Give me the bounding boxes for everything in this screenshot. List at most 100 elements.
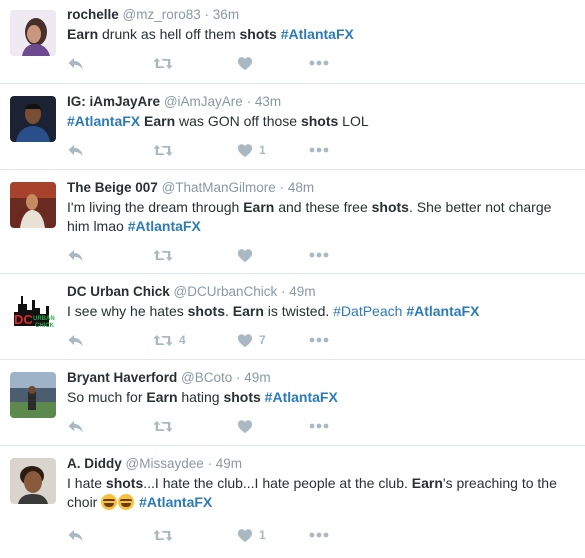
svg-text:URBAN: URBAN	[33, 316, 55, 322]
heart-icon	[237, 333, 253, 348]
like-button[interactable]: 7	[237, 333, 309, 348]
avatar[interactable]: DC URBAN CHICK	[10, 286, 56, 332]
like-count: 7	[259, 333, 266, 347]
avatar[interactable]	[10, 372, 56, 418]
hashtag-link[interactable]: #AtlantaFX	[67, 113, 140, 129]
author-name[interactable]: Bryant Haverford	[67, 370, 177, 385]
retweet-button[interactable]	[153, 248, 237, 263]
tweet-text: I'm living the dream through Earn and th…	[67, 199, 552, 234]
like-button[interactable]	[237, 248, 309, 263]
tweet-time[interactable]: 43m	[255, 94, 281, 109]
more-button[interactable]	[309, 423, 329, 429]
tweet-time[interactable]: 49m	[289, 284, 315, 299]
reply-button[interactable]	[67, 143, 153, 158]
author-handle[interactable]: @iAmJayAre	[164, 94, 243, 109]
tweet-text: #AtlantaFX Earn was GON off those shots …	[67, 113, 369, 129]
heart-icon	[237, 419, 253, 434]
tweet-feed: rochelle @mz_roro83 · 36m Earn drunk as …	[0, 0, 585, 558]
tweet-time[interactable]: 49m	[244, 370, 270, 385]
avatar[interactable]	[10, 96, 56, 142]
hashtag-link[interactable]: #AtlantaFX	[406, 303, 479, 319]
more-icon	[309, 252, 329, 258]
tweet-text: I see why he hates shots. Earn is twiste…	[67, 303, 480, 319]
retweet-count: 4	[179, 333, 186, 347]
more-button[interactable]	[309, 532, 329, 538]
reply-icon	[67, 56, 84, 71]
retweet-icon	[153, 56, 173, 71]
heart-icon	[237, 248, 253, 263]
tweet[interactable]: The Beige 007 @ThatManGilmore · 48m I'm …	[0, 170, 585, 274]
author-handle[interactable]: @mz_roro83	[123, 7, 201, 22]
like-button[interactable]	[237, 56, 309, 71]
hashtag-link[interactable]: #AtlantaFX	[265, 389, 338, 405]
more-icon	[309, 337, 329, 343]
tweet-text: Earn drunk as hell off them shots #Atlan…	[67, 26, 354, 42]
reply-button[interactable]	[67, 419, 153, 434]
like-count: 1	[259, 528, 266, 542]
author-name[interactable]: rochelle	[67, 7, 119, 22]
reply-button[interactable]	[67, 56, 153, 71]
tweet[interactable]: IG: iAmJayAre @iAmJayAre · 43m #AtlantaF…	[0, 84, 585, 170]
reply-icon	[67, 248, 84, 263]
author-handle[interactable]: @ThatManGilmore	[162, 180, 276, 195]
like-button[interactable]: 1	[237, 143, 309, 158]
hashtag-link[interactable]: #AtlantaFX	[281, 26, 354, 42]
tweet-time[interactable]: 36m	[213, 7, 239, 22]
face-with-tears-of-joy-emoji	[118, 494, 135, 510]
hashtag-link[interactable]: #AtlantaFX	[139, 494, 212, 510]
heart-icon	[237, 56, 253, 71]
author-name[interactable]: IG: iAmJayAre	[67, 94, 160, 109]
like-button[interactable]	[237, 419, 309, 434]
more-button[interactable]	[309, 60, 329, 66]
svg-text:DC: DC	[14, 312, 33, 327]
retweet-icon	[153, 248, 173, 263]
more-icon	[309, 532, 329, 538]
retweet-button[interactable]	[153, 56, 237, 71]
reply-button[interactable]	[67, 528, 153, 543]
reply-icon	[67, 143, 84, 158]
retweet-icon	[153, 528, 173, 543]
avatar[interactable]	[10, 458, 56, 504]
more-icon	[309, 60, 329, 66]
more-button[interactable]	[309, 337, 329, 343]
more-button[interactable]	[309, 252, 329, 258]
more-icon	[309, 147, 329, 153]
hashtag-link[interactable]: #DatPeach	[333, 303, 402, 319]
retweet-icon	[153, 143, 173, 158]
reply-icon	[67, 419, 84, 434]
retweet-icon	[153, 333, 173, 348]
tweet[interactable]: A. Diddy @Missaydee · 49m I hate shots..…	[0, 446, 585, 558]
author-name[interactable]: A. Diddy	[67, 456, 122, 471]
tweet-text: So much for Earn hating shots #AtlantaFX	[67, 389, 338, 405]
retweet-button[interactable]	[153, 419, 237, 434]
retweet-button[interactable]	[153, 143, 237, 158]
like-button[interactable]: 1	[237, 528, 309, 543]
author-handle[interactable]: @DCUrbanChick	[174, 284, 278, 299]
reply-button[interactable]	[67, 333, 153, 348]
reply-icon	[67, 528, 84, 543]
tweet-time[interactable]: 48m	[288, 180, 314, 195]
avatar[interactable]	[10, 10, 56, 56]
heart-icon	[237, 528, 253, 543]
author-name[interactable]: The Beige 007	[67, 180, 158, 195]
heart-icon	[237, 143, 253, 158]
author-handle[interactable]: @BCoto	[181, 370, 232, 385]
reply-icon	[67, 333, 84, 348]
tweet[interactable]: DC URBAN CHICK DC Urban Chick @DCUrbanCh…	[0, 274, 585, 360]
tweet[interactable]: rochelle @mz_roro83 · 36m Earn drunk as …	[0, 0, 585, 84]
hashtag-link[interactable]: #AtlantaFX	[128, 218, 201, 234]
author-name[interactable]: DC Urban Chick	[67, 284, 170, 299]
tweet-time[interactable]: 49m	[216, 456, 242, 471]
author-handle[interactable]: @Missaydee	[126, 456, 204, 471]
retweet-button[interactable]: 4	[153, 333, 237, 348]
svg-text:CHICK: CHICK	[35, 323, 55, 329]
reply-button[interactable]	[67, 248, 153, 263]
tweet-text: I hate shots...I hate the club...I hate …	[67, 475, 557, 510]
retweet-button[interactable]	[153, 528, 237, 543]
more-button[interactable]	[309, 147, 329, 153]
face-with-tears-of-joy-emoji	[101, 494, 118, 510]
retweet-icon	[153, 419, 173, 434]
tweet[interactable]: Bryant Haverford @BCoto · 49m So much fo…	[0, 360, 585, 446]
avatar[interactable]	[10, 182, 56, 228]
more-icon	[309, 423, 329, 429]
